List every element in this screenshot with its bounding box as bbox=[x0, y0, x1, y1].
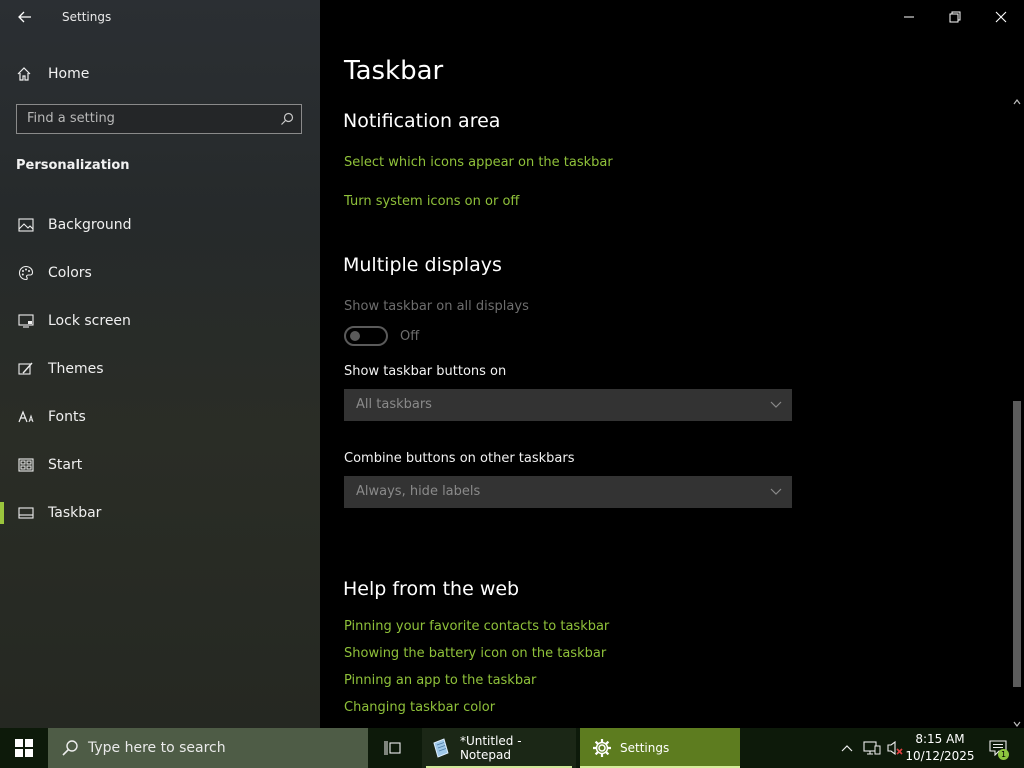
notepad-icon bbox=[433, 738, 449, 758]
windows-taskbar: Type here to search *Untitled - Notepad … bbox=[0, 728, 1024, 768]
scrollbar[interactable] bbox=[1010, 96, 1024, 728]
sidebar-item-label: Lock screen bbox=[48, 313, 131, 329]
sidebar-item-background[interactable]: Background bbox=[0, 208, 320, 242]
show-all-displays-label: Show taskbar on all displays bbox=[344, 299, 529, 314]
sidebar: Settings Home Find a setting Personaliza… bbox=[0, 0, 320, 728]
network-tray-button[interactable] bbox=[860, 728, 884, 768]
help-link-pinning[interactable]: Pinning an app to the taskbar bbox=[344, 673, 536, 688]
sidebar-item-colors[interactable]: Colors bbox=[0, 256, 320, 290]
home-label: Home bbox=[48, 66, 90, 82]
chevron-down-icon bbox=[770, 488, 782, 495]
home-icon bbox=[17, 67, 31, 81]
task-view-button[interactable] bbox=[378, 728, 408, 768]
taskbar-clock[interactable]: 8:15 AM 10/12/2025 bbox=[905, 731, 975, 765]
monitor-icon bbox=[17, 312, 35, 330]
settings-label: Settings bbox=[620, 741, 670, 755]
sidebar-item-fonts[interactable]: Fonts bbox=[0, 400, 320, 434]
app-title: Settings bbox=[62, 10, 112, 24]
taskbar-icon bbox=[17, 504, 35, 522]
fonts-icon bbox=[17, 408, 35, 426]
gear-icon bbox=[593, 739, 611, 757]
minimize-button[interactable] bbox=[886, 0, 932, 34]
restore-icon bbox=[949, 11, 961, 23]
select-icons-link[interactable]: Select which icons appear on the taskbar bbox=[344, 155, 613, 170]
search-placeholder: Find a setting bbox=[27, 111, 115, 126]
clock-date: 10/12/2025 bbox=[905, 749, 975, 763]
sidebar-item-taskbar[interactable]: Taskbar bbox=[0, 496, 320, 530]
start-button[interactable] bbox=[0, 728, 48, 768]
sidebar-item-label: Themes bbox=[48, 361, 104, 377]
taskbar-notepad[interactable]: *Untitled - Notepad bbox=[422, 728, 576, 768]
title-bar: Settings bbox=[0, 0, 320, 34]
palette-icon bbox=[17, 264, 35, 282]
home-nav-item[interactable]: Home bbox=[16, 62, 89, 86]
sidebar-item-start[interactable]: Start bbox=[0, 448, 320, 482]
main-pane: Taskbar Notification area Select which i… bbox=[320, 0, 1024, 728]
action-center-button[interactable]: 1 bbox=[982, 728, 1014, 768]
windows-logo-icon bbox=[15, 739, 33, 757]
sidebar-item-label: Taskbar bbox=[48, 505, 102, 521]
section-title: Personalization bbox=[16, 158, 130, 173]
scroll-down-icon[interactable] bbox=[1013, 720, 1021, 728]
notification-area-heading: Notification area bbox=[343, 110, 501, 132]
restore-button[interactable] bbox=[932, 0, 978, 34]
combine-label: Combine buttons on other taskbars bbox=[344, 451, 575, 466]
taskbar-search-placeholder: Type here to search bbox=[88, 740, 226, 756]
taskbar-settings[interactable]: Settings bbox=[580, 728, 740, 768]
minimize-icon bbox=[904, 16, 914, 18]
active-indicator bbox=[0, 502, 4, 524]
back-arrow-icon bbox=[18, 11, 31, 23]
system-icons-link[interactable]: Turn system icons on or off bbox=[344, 194, 519, 209]
help-link-battery[interactable]: Showing the battery icon on the taskbar bbox=[344, 646, 606, 661]
sidebar-item-themes[interactable]: Themes bbox=[0, 352, 320, 386]
show-hidden-icons-button[interactable] bbox=[836, 728, 858, 768]
combine-dropdown[interactable]: Always, hide labels bbox=[344, 476, 792, 508]
sidebar-item-lock-screen[interactable]: Lock screen bbox=[0, 304, 320, 338]
task-view-icon bbox=[384, 741, 401, 755]
chevron-down-icon bbox=[770, 401, 782, 408]
start-grid-icon bbox=[17, 456, 35, 474]
brush-icon bbox=[17, 360, 35, 378]
search-icon bbox=[62, 740, 78, 756]
sidebar-item-label: Background bbox=[48, 217, 132, 233]
dropdown-value: Always, hide labels bbox=[356, 484, 481, 499]
notepad-label: *Untitled - Notepad bbox=[459, 734, 522, 762]
help-heading: Help from the web bbox=[343, 578, 520, 600]
search-input[interactable]: Find a setting bbox=[16, 104, 302, 134]
sidebar-item-label: Fonts bbox=[48, 409, 86, 425]
buttons-on-label: Show taskbar buttons on bbox=[344, 364, 507, 379]
scroll-up-icon[interactable] bbox=[1013, 98, 1021, 106]
help-link-contacts[interactable]: Pinning your favorite contacts to taskba… bbox=[344, 619, 609, 634]
network-icon bbox=[863, 741, 881, 755]
scrollbar-thumb[interactable] bbox=[1013, 401, 1021, 687]
volume-muted-icon bbox=[887, 740, 903, 756]
close-button[interactable] bbox=[978, 0, 1024, 34]
clock-time: 8:15 AM bbox=[915, 732, 965, 746]
buttons-on-dropdown[interactable]: All taskbars bbox=[344, 389, 792, 421]
close-icon bbox=[995, 11, 1007, 23]
dropdown-value: All taskbars bbox=[356, 397, 432, 412]
search-icon bbox=[281, 112, 294, 125]
sidebar-item-label: Colors bbox=[48, 265, 92, 281]
notification-badge: 1 bbox=[998, 749, 1009, 760]
chevron-up-icon bbox=[841, 745, 853, 752]
multiple-displays-heading: Multiple displays bbox=[343, 254, 502, 276]
toggle-state-text: Off bbox=[400, 329, 420, 344]
settings-window: Settings Home Find a setting Personaliza… bbox=[0, 0, 1024, 728]
sidebar-item-label: Start bbox=[48, 457, 83, 473]
show-all-displays-toggle[interactable] bbox=[344, 326, 388, 346]
volume-tray-button[interactable] bbox=[884, 728, 906, 768]
help-link-color[interactable]: Changing taskbar color bbox=[344, 700, 495, 715]
back-button[interactable] bbox=[14, 6, 36, 28]
picture-icon bbox=[17, 216, 35, 234]
toggle-knob bbox=[350, 331, 360, 341]
page-title: Taskbar bbox=[344, 56, 444, 86]
taskbar-search-box[interactable]: Type here to search bbox=[48, 728, 368, 768]
